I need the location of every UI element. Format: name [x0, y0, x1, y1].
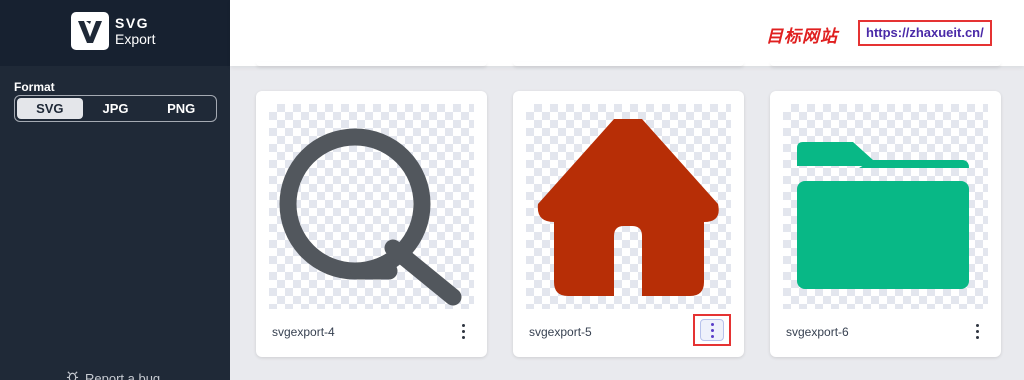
- more-options-icon: [700, 319, 724, 341]
- format-toggle: SVG JPG PNG: [14, 95, 217, 122]
- card-filename: svgexport-5: [529, 325, 592, 339]
- more-options-button[interactable]: [966, 319, 988, 343]
- previous-card-edge: [770, 62, 1001, 66]
- format-jpg-option[interactable]: JPG: [83, 98, 149, 119]
- format-label: Format: [14, 80, 55, 94]
- svg-preview[interactable]: [783, 104, 988, 309]
- svg-card[interactable]: svgexport-4: [256, 91, 487, 357]
- report-bug-link[interactable]: Report a bug: [66, 370, 160, 380]
- app-logo-icon: [71, 12, 109, 50]
- app-title: SVG: [115, 15, 150, 31]
- more-options-button[interactable]: [452, 319, 474, 343]
- bug-icon: [66, 370, 79, 380]
- previous-card-edge: [256, 62, 487, 66]
- search-icon: [279, 128, 462, 306]
- svg-card[interactable]: svgexport-6: [770, 91, 1001, 357]
- header: 目标网站 https://zhaxueit.cn/: [230, 0, 1024, 66]
- logo-area: SVG Export: [0, 0, 230, 66]
- previous-card-edge: [513, 62, 744, 66]
- home-icon: [537, 119, 719, 296]
- site-label: 目标网站: [766, 27, 838, 46]
- card-filename: svgexport-4: [272, 325, 335, 339]
- sidebar: SVG Export Format SVG JPG PNG Report a b…: [0, 0, 230, 380]
- more-options-button[interactable]: [693, 314, 731, 346]
- svg-preview[interactable]: [269, 104, 474, 309]
- site-url-link[interactable]: https://zhaxueit.cn/: [858, 20, 992, 46]
- report-bug-label: Report a bug: [85, 370, 161, 380]
- format-svg-option[interactable]: SVG: [17, 98, 83, 119]
- svg-card[interactable]: svgexport-5: [513, 91, 744, 357]
- svg-preview[interactable]: [526, 104, 731, 309]
- card-filename: svgexport-6: [786, 325, 849, 339]
- format-png-option[interactable]: PNG: [148, 98, 214, 119]
- app-subtitle: Export: [115, 31, 156, 47]
- folder-icon: [797, 142, 969, 289]
